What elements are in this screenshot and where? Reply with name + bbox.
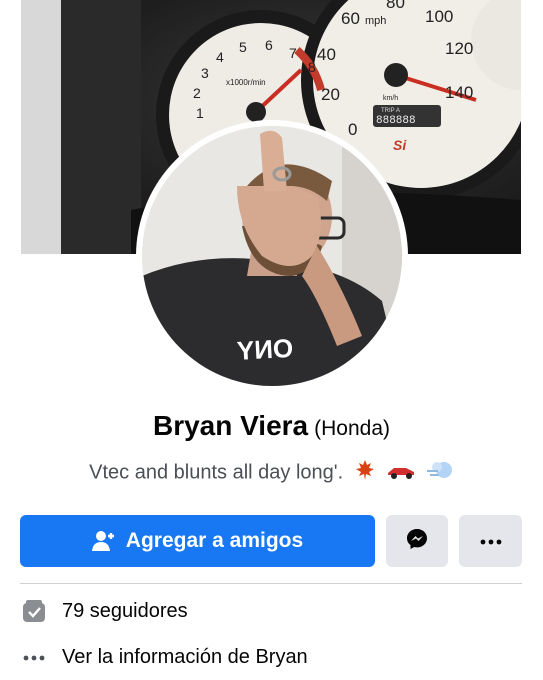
profile-avatar[interactable]: YИO xyxy=(142,126,402,386)
rpm-tick-6: 6 xyxy=(265,37,273,53)
add-friend-button[interactable]: Agregar a amigos xyxy=(20,515,375,567)
more-icon xyxy=(480,532,502,550)
shirt-text: YИO xyxy=(236,333,294,366)
rpm-tick-2: 2 xyxy=(193,85,201,101)
speed-tick-60: 60 xyxy=(341,9,360,28)
section-divider xyxy=(20,583,522,584)
speed-tick-100: 100 xyxy=(425,7,453,26)
si-badge: Si xyxy=(393,137,407,153)
rpm-unit: x1000r/min xyxy=(226,78,266,87)
rpm-tick-8: 8 xyxy=(308,59,316,75)
speed-tick-80: 80 xyxy=(386,0,405,12)
odometer-readout: 888888 xyxy=(376,115,416,127)
rpm-tick-7: 7 xyxy=(289,45,297,61)
followers-row[interactable]: 79 seguidores xyxy=(20,598,520,624)
ellipsis-icon xyxy=(20,655,48,661)
about-text: Ver la información de Bryan xyxy=(62,646,308,668)
person-plus-icon xyxy=(91,530,116,552)
maple-leaf-icon xyxy=(353,458,377,488)
rpm-tick-1: 1 xyxy=(196,105,204,121)
speed-unit: mph xyxy=(365,15,386,27)
speed-tick-0: 0 xyxy=(348,120,357,139)
profile-bio: Vtec and blunts all day long'. xyxy=(0,458,543,488)
bio-text: Vtec and blunts all day long'. xyxy=(89,461,344,484)
dash-icon xyxy=(426,459,454,487)
km-unit: km/h xyxy=(383,95,398,102)
see-about-row[interactable]: Ver la información de Bryan xyxy=(20,646,520,669)
profile-name: Bryan Viera xyxy=(152,410,309,441)
speed-tick-140: 140 xyxy=(445,83,473,102)
trip-label: TRIP A xyxy=(381,108,400,114)
followers-icon xyxy=(20,598,48,624)
speed-tick-20: 20 xyxy=(321,85,340,104)
speed-tick-120: 120 xyxy=(445,39,473,58)
add-friend-label: Agregar a amigos xyxy=(125,529,304,552)
rpm-tick-3: 3 xyxy=(201,65,209,81)
messenger-icon xyxy=(405,527,429,556)
profile-name-row: Bryan Viera (Honda) xyxy=(0,410,543,442)
followers-text: 79 seguidores xyxy=(62,599,188,622)
speed-tick-40: 40 xyxy=(317,45,336,64)
profile-alternate-name: (Honda) xyxy=(314,417,390,440)
rpm-tick-4: 4 xyxy=(216,49,224,65)
rpm-tick-5: 5 xyxy=(239,39,247,55)
profile-photo: YИO xyxy=(142,126,402,386)
message-button[interactable] xyxy=(386,515,448,567)
more-options-button[interactable] xyxy=(459,515,522,567)
race-car-icon xyxy=(386,460,416,486)
